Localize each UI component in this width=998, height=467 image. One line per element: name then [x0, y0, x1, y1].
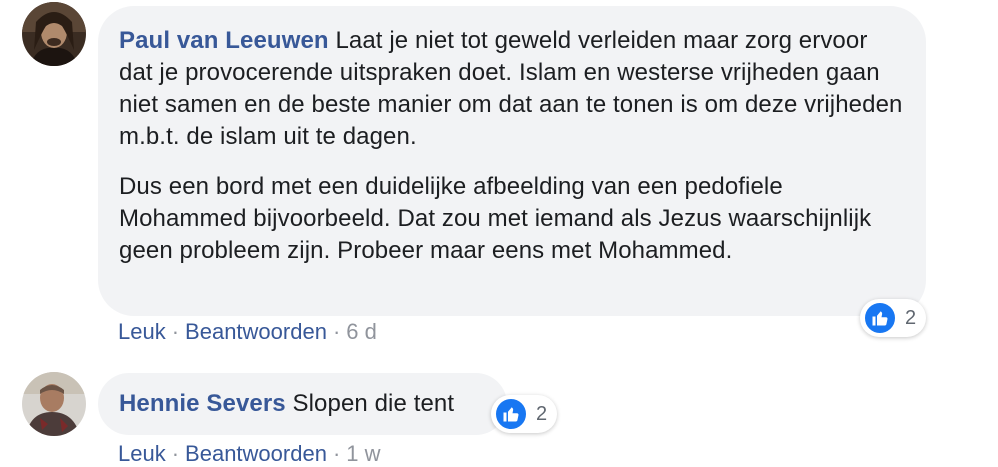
reply-link[interactable]: Beantwoorden [185, 441, 327, 466]
reply-link[interactable]: Beantwoorden [185, 319, 327, 344]
reactions-summary[interactable]: 2 [491, 395, 558, 433]
reaction-count: 2 [905, 306, 917, 329]
like-link[interactable]: Leuk [118, 441, 166, 466]
comment-author[interactable]: Paul van Leeuwen [119, 27, 329, 54]
comment-author[interactable]: Hennie Severs [119, 390, 286, 417]
avatar[interactable] [22, 2, 86, 66]
avatar[interactable] [22, 372, 86, 436]
comment-timestamp[interactable]: 1 w [346, 441, 380, 466]
like-icon [863, 301, 897, 335]
comment-text: Hennie Severs Slopen die tent [119, 388, 507, 420]
reactions-summary[interactable]: 2 [860, 299, 927, 337]
separator: · [171, 319, 180, 344]
separator: · [171, 441, 180, 466]
separator: · [332, 441, 341, 466]
reaction-count: 2 [536, 402, 548, 425]
comment-timestamp[interactable]: 6 d [346, 319, 377, 344]
comment-actions: Leuk · Beantwoorden · 1 w [118, 441, 381, 467]
comment-paragraph: Dus een bord met een duidelijke afbeeldi… [119, 173, 872, 264]
comment-bubble: Hennie Severs Slopen die tent [98, 373, 507, 435]
avatar-image [22, 372, 86, 436]
comment-bubble: Paul van Leeuwen Laat je niet tot geweld… [98, 6, 926, 316]
comment-text: Paul van Leeuwen Laat je niet tot geweld… [119, 25, 904, 153]
like-icon [494, 397, 528, 431]
avatar-image [22, 2, 86, 66]
separator: · [332, 319, 341, 344]
comment-body: Slopen die tent [292, 390, 455, 417]
like-link[interactable]: Leuk [118, 319, 166, 344]
comment-actions: Leuk · Beantwoorden · 6 d [118, 319, 377, 345]
